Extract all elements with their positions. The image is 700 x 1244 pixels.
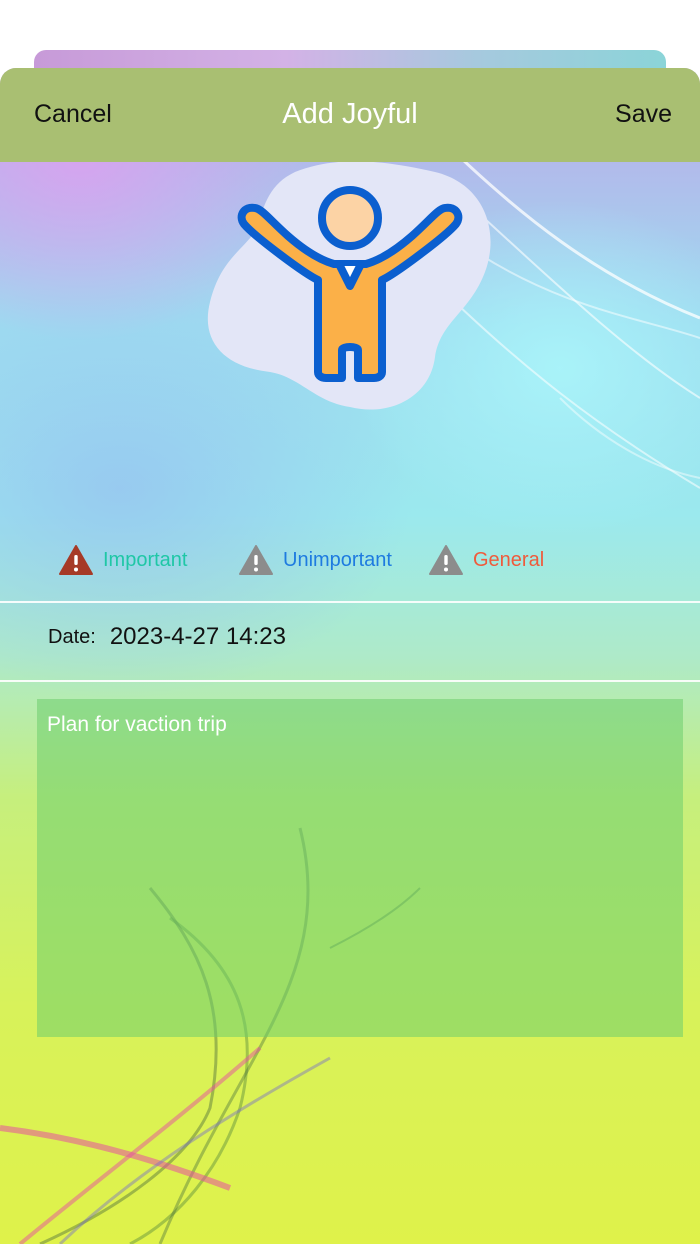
category-label: General — [473, 548, 545, 571]
category-unimportant[interactable]: Unimportant — [238, 540, 392, 580]
save-button[interactable]: Save — [615, 100, 672, 129]
navigation-bar: Cancel Add Joyful Save — [0, 68, 700, 162]
note-text-area[interactable]: Plan for vaction trip — [37, 699, 683, 1037]
category-label: Unimportant — [283, 548, 392, 571]
divider — [0, 601, 700, 603]
date-value[interactable]: 2023-4-27 14:23 — [110, 623, 286, 651]
warning-triangle-icon — [59, 545, 93, 575]
add-joyful-sheet: Cancel Add Joyful Save Important Unimpor… — [0, 68, 700, 1244]
note-text[interactable]: Plan for vaction trip — [47, 713, 227, 737]
date-label: Date: — [48, 625, 96, 648]
divider — [0, 680, 700, 682]
category-label: Important — [103, 548, 188, 571]
category-important[interactable]: Important — [58, 540, 187, 580]
page-title: Add Joyful — [282, 98, 418, 130]
date-row[interactable]: Date: 2023-4-27 14:23 — [48, 619, 286, 655]
joyful-person-icon — [207, 162, 491, 410]
category-general[interactable]: General — [428, 540, 544, 580]
warning-triangle-icon — [239, 545, 273, 575]
category-selector: Important Unimportant General — [0, 540, 700, 580]
warning-triangle-icon — [429, 545, 463, 575]
